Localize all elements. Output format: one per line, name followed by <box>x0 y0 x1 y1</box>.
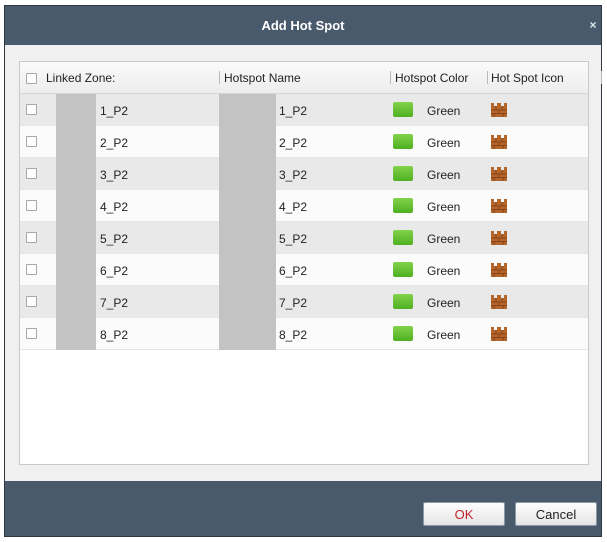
row-checkbox[interactable] <box>26 104 37 115</box>
linked-zone-cell: 6_P2 <box>100 264 129 278</box>
table-row[interactable]: 6_P2 6_P2 Green <box>20 254 588 286</box>
row-checkbox[interactable] <box>26 200 37 211</box>
linked-zone-cell: 8_P2 <box>100 328 129 342</box>
color-swatch[interactable] <box>393 326 413 341</box>
hotspot-name-cell[interactable]: 1_P2 <box>279 104 307 118</box>
hotspot-color-cell[interactable]: Green <box>427 200 460 214</box>
table-row[interactable]: 2_P2 2_P2 Green <box>20 126 588 158</box>
linked-zone-cell: 1_P2 <box>100 104 129 118</box>
column-header-hotspot-color[interactable]: Hotspot Color <box>395 71 468 85</box>
column-divider[interactable] <box>601 71 602 84</box>
brick-wall-icon[interactable] <box>491 103 507 117</box>
row-checkbox[interactable] <box>26 168 37 179</box>
color-swatch[interactable] <box>393 134 413 149</box>
table-row[interactable]: 1_P2 1_P2 Green <box>20 94 588 126</box>
brick-wall-icon[interactable] <box>491 135 507 149</box>
table-row[interactable]: 5_P2 5_P2 Green <box>20 222 588 254</box>
close-icon[interactable]: × <box>587 18 599 32</box>
table-row[interactable]: 4_P2 4_P2 Green <box>20 190 588 222</box>
dialog-footer: OK Cancel <box>5 481 601 536</box>
table-row[interactable]: 8_P2 8_P2 Green <box>20 318 588 350</box>
brick-wall-icon[interactable] <box>491 167 507 181</box>
hotspot-color-cell[interactable]: Green <box>427 136 460 150</box>
dialog-title: Add Hot Spot <box>261 18 345 33</box>
linked-zone-cell: 7_P2 <box>100 296 129 310</box>
redacted-zone-prefix <box>56 94 96 350</box>
dialog-titlebar: Add Hot Spot × <box>5 6 601 45</box>
linked-zone-cell: 2_P2 <box>100 136 129 150</box>
linked-zone-cell: 5_P2 <box>100 232 129 246</box>
column-header-linked-zone[interactable]: Linked Zone: <box>46 71 115 85</box>
hotspot-color-cell[interactable]: Green <box>427 104 460 118</box>
color-swatch[interactable] <box>393 262 413 277</box>
hotspot-name-cell[interactable]: 5_P2 <box>279 232 307 246</box>
ok-button[interactable]: OK <box>423 502 505 526</box>
column-divider[interactable] <box>487 71 488 84</box>
redacted-name-prefix <box>219 94 276 350</box>
table-header: Linked Zone: Hotspot Name Hotspot Color … <box>20 62 602 94</box>
table-row[interactable]: 7_P2 7_P2 Green <box>20 286 588 318</box>
hotspot-name-cell[interactable]: 7_P2 <box>279 296 307 310</box>
hotspot-color-cell[interactable]: Green <box>427 328 460 342</box>
brick-wall-icon[interactable] <box>491 231 507 245</box>
color-swatch[interactable] <box>393 102 413 117</box>
color-swatch[interactable] <box>393 166 413 181</box>
brick-wall-icon[interactable] <box>491 327 507 341</box>
column-header-hot-spot-icon[interactable]: Hot Spot Icon <box>491 71 564 85</box>
row-checkbox[interactable] <box>26 136 37 147</box>
hotspot-color-cell[interactable]: Green <box>427 264 460 278</box>
row-checkbox[interactable] <box>26 264 37 275</box>
hotspot-name-cell[interactable]: 3_P2 <box>279 168 307 182</box>
brick-wall-icon[interactable] <box>491 295 507 309</box>
hotspot-color-cell[interactable]: Green <box>427 232 460 246</box>
linked-zone-cell: 4_P2 <box>100 200 129 214</box>
linked-zone-cell: 3_P2 <box>100 168 129 182</box>
hotspot-color-cell[interactable]: Green <box>427 296 460 310</box>
select-all-checkbox[interactable] <box>26 73 37 84</box>
hotspot-name-cell[interactable]: 6_P2 <box>279 264 307 278</box>
column-header-hotspot-name[interactable]: Hotspot Name <box>224 71 301 85</box>
hotspot-color-cell[interactable]: Green <box>427 168 460 182</box>
add-hot-spot-dialog: Add Hot Spot × Linked Zone: Hotspot Name… <box>4 5 602 537</box>
hotspot-name-cell[interactable]: 4_P2 <box>279 200 307 214</box>
color-swatch[interactable] <box>393 294 413 309</box>
column-divider[interactable] <box>219 71 220 84</box>
color-swatch[interactable] <box>393 230 413 245</box>
cancel-button[interactable]: Cancel <box>515 502 597 526</box>
row-checkbox[interactable] <box>26 232 37 243</box>
color-swatch[interactable] <box>393 198 413 213</box>
column-divider[interactable] <box>390 71 391 84</box>
hotspot-name-cell[interactable]: 2_P2 <box>279 136 307 150</box>
table-row[interactable]: 3_P2 3_P2 Green <box>20 158 588 190</box>
hotspot-table: Linked Zone: Hotspot Name Hotspot Color … <box>19 61 602 465</box>
hotspot-name-cell[interactable]: 8_P2 <box>279 328 307 342</box>
brick-wall-icon[interactable] <box>491 199 507 213</box>
brick-wall-icon[interactable] <box>491 263 507 277</box>
row-checkbox[interactable] <box>26 296 37 307</box>
row-checkbox[interactable] <box>26 328 37 339</box>
